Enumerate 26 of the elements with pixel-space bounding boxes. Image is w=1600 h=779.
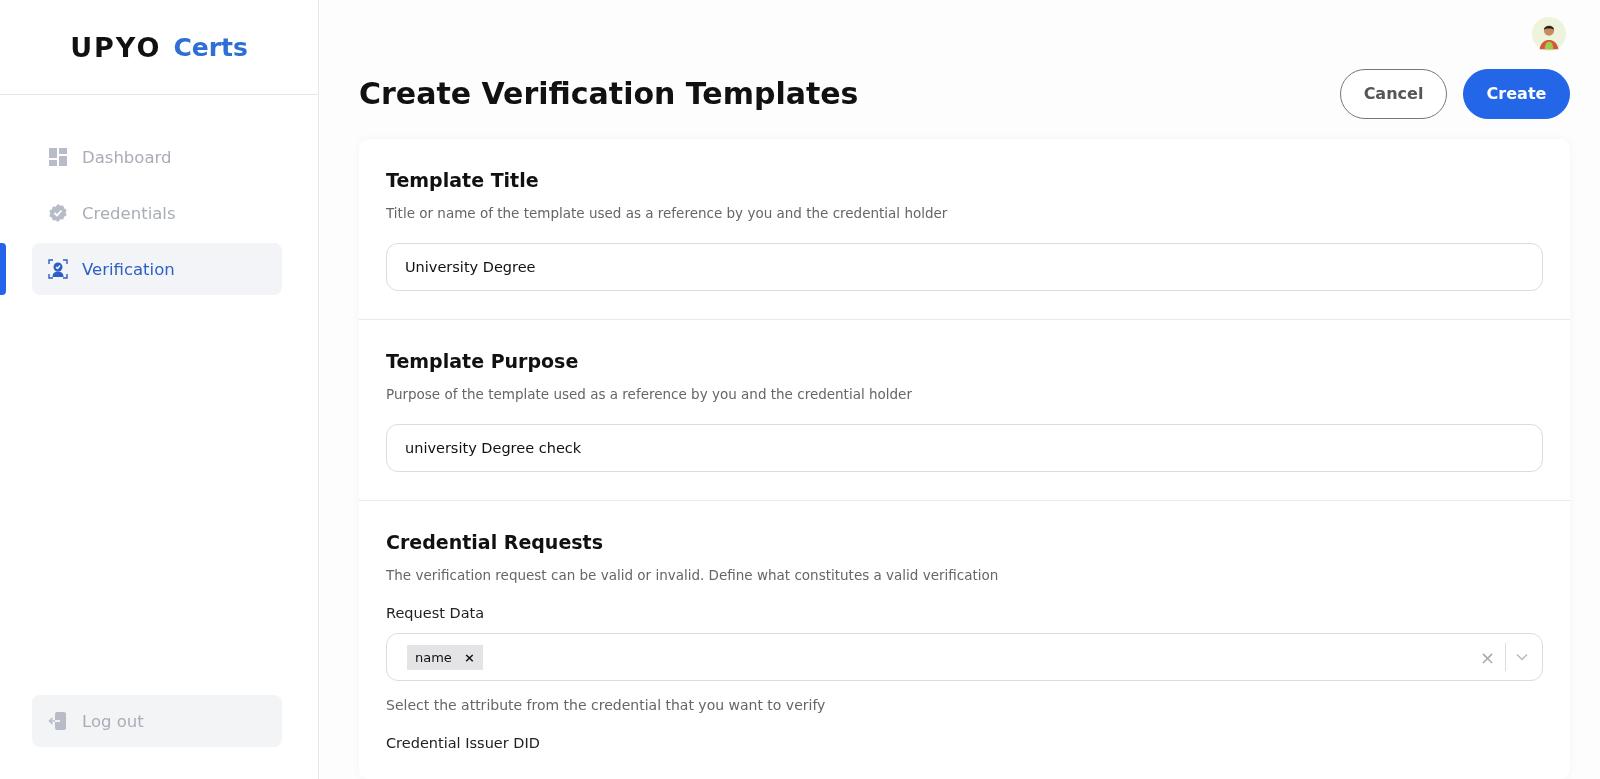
scan-person-icon: [48, 259, 68, 279]
badge-check-icon: [48, 203, 68, 223]
section-title: Credential Requests: [386, 531, 604, 553]
section-title: Template Purpose: [386, 350, 580, 372]
field-label: Credential Issuer DID: [386, 735, 541, 751]
field-label: Request Data: [386, 605, 486, 621]
multi-select-field[interactable]: name × ×: [386, 633, 1543, 681]
sidebar-item[interactable]: Verification: [32, 243, 282, 295]
tag-remove[interactable]: ×: [463, 649, 475, 665]
section-description: Purpose of the template used as a reference by you and the credential holder: [386, 386, 913, 402]
logout-icon: [48, 711, 68, 731]
tag: name ×: [407, 644, 483, 670]
cancel-button[interactable]: Cancel: [1340, 68, 1447, 119]
logo-product: Certs: [173, 32, 248, 62]
avatar[interactable]: [1532, 17, 1566, 51]
logo: UPYO: [70, 31, 162, 63]
section-description: Title or name of the template used as a reference by you and the credential holder: [386, 205, 949, 221]
dashboard-icon: [48, 147, 68, 167]
section-title: Template Title: [386, 169, 540, 191]
field-hint: Select the attribute from the credential that you want to verify: [386, 697, 827, 713]
page-title: Create Verification Templates: [359, 76, 859, 111]
active-indicator: [0, 243, 6, 295]
input-field[interactable]: university Degree check: [386, 424, 1543, 472]
section-description: The verification request can be valid or invalid. Define what constitutes a valid verification: [386, 567, 1000, 583]
input-field[interactable]: University Degree: [386, 243, 1543, 291]
create-button[interactable]: Create: [1463, 68, 1570, 119]
